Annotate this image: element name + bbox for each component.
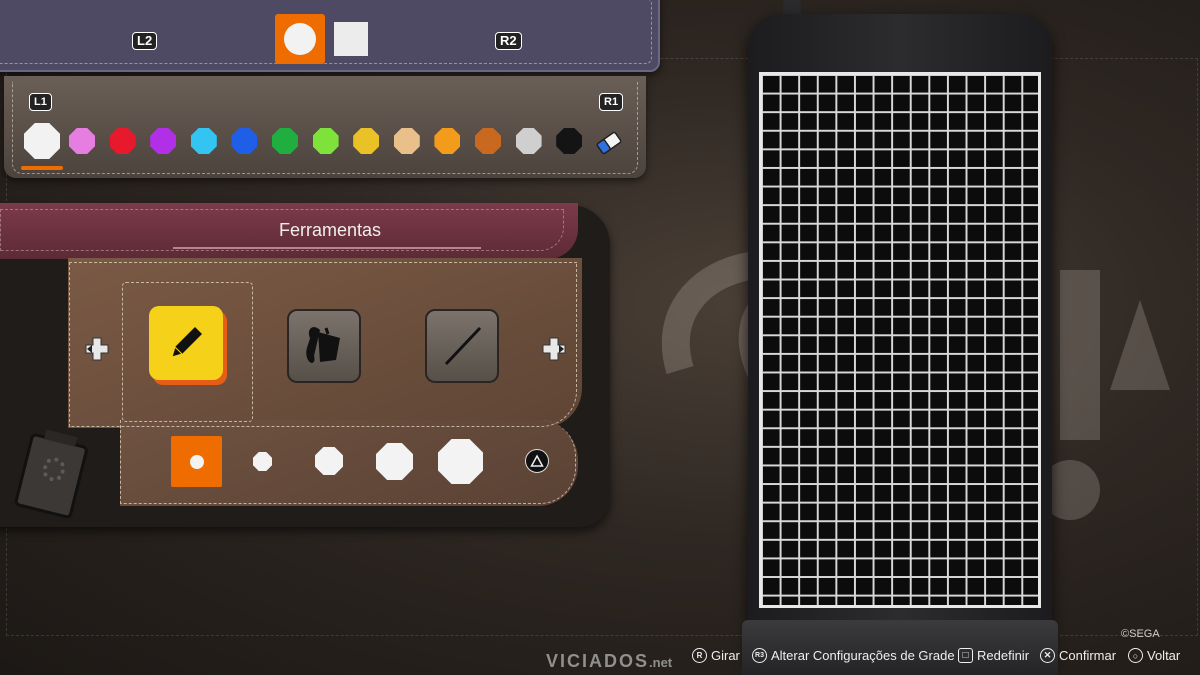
l2-button-label[interactable]: L2 — [132, 32, 158, 50]
r1-button-label[interactable]: R1 — [599, 93, 624, 111]
selected-color-indicator — [21, 166, 63, 170]
tools-title: Ferramentas — [278, 220, 382, 240]
tool-line-button[interactable] — [425, 309, 499, 383]
legend-back[interactable]: ○ Voltar — [1128, 648, 1180, 663]
color-swatch-13[interactable] — [556, 128, 583, 154]
r2-button-label[interactable]: R2 — [495, 32, 522, 50]
legend-confirm-label: Confirmar — [1059, 648, 1117, 663]
watermark-main: VICIADOS — [546, 651, 650, 671]
legend-rotate-label: Girar — [711, 648, 740, 663]
r3-button-icon: R3 — [752, 648, 767, 663]
paint-bucket-icon — [306, 327, 340, 363]
dpad-left-icon — [85, 337, 109, 361]
circle-button-icon: ○ — [1128, 648, 1143, 663]
triangle-button-icon[interactable] — [525, 449, 549, 473]
shape-tab-square[interactable] — [326, 14, 376, 64]
drawing-grid[interactable] — [759, 72, 1041, 608]
legend-rotate[interactable]: R Girar — [692, 648, 740, 663]
legend-back-label: Voltar — [1147, 648, 1181, 663]
brush-size-2-button[interactable] — [253, 452, 272, 471]
legend-reset-label: Redefinir — [977, 648, 1030, 663]
copyright-text: ©SEGA — [1121, 628, 1160, 640]
dpad-right-icon — [542, 337, 566, 361]
shape-tab-circle[interactable] — [275, 14, 325, 64]
tool-pencil-button[interactable] — [149, 306, 223, 380]
cross-button-icon: ✕ — [1040, 648, 1055, 663]
circle-icon — [284, 23, 316, 55]
brush-size-1-icon — [189, 454, 204, 469]
line-icon — [444, 326, 482, 366]
pencil-icon — [171, 327, 202, 358]
right-stick-icon: R — [692, 648, 707, 663]
legend-grid-settings-label: Alterar Configurações de Grade — [771, 648, 955, 663]
eraser-icon[interactable] — [595, 130, 623, 156]
l1-button-label[interactable]: L1 — [29, 93, 52, 111]
title-underline — [173, 247, 481, 249]
color-swatch-12[interactable] — [515, 128, 542, 154]
legend-grid-settings[interactable]: R3 Alterar Configurações de Grade — [752, 648, 955, 663]
square-button-icon: □ — [958, 648, 973, 663]
brush-size-1-button[interactable] — [171, 436, 222, 487]
color-palette — [4, 76, 646, 178]
brush-size-3-button[interactable] — [315, 447, 343, 475]
watermark-suffix: .net — [649, 655, 673, 670]
watermark: VICIADOS.net — [546, 651, 672, 672]
tool-bucket-button[interactable] — [287, 309, 361, 383]
legend-reset[interactable]: □ Redefinir — [958, 648, 1029, 663]
brush-size-5-button[interactable] — [438, 439, 483, 484]
legend-confirm[interactable]: ✕ Confirmar — [1040, 648, 1116, 663]
square-icon — [334, 22, 368, 56]
